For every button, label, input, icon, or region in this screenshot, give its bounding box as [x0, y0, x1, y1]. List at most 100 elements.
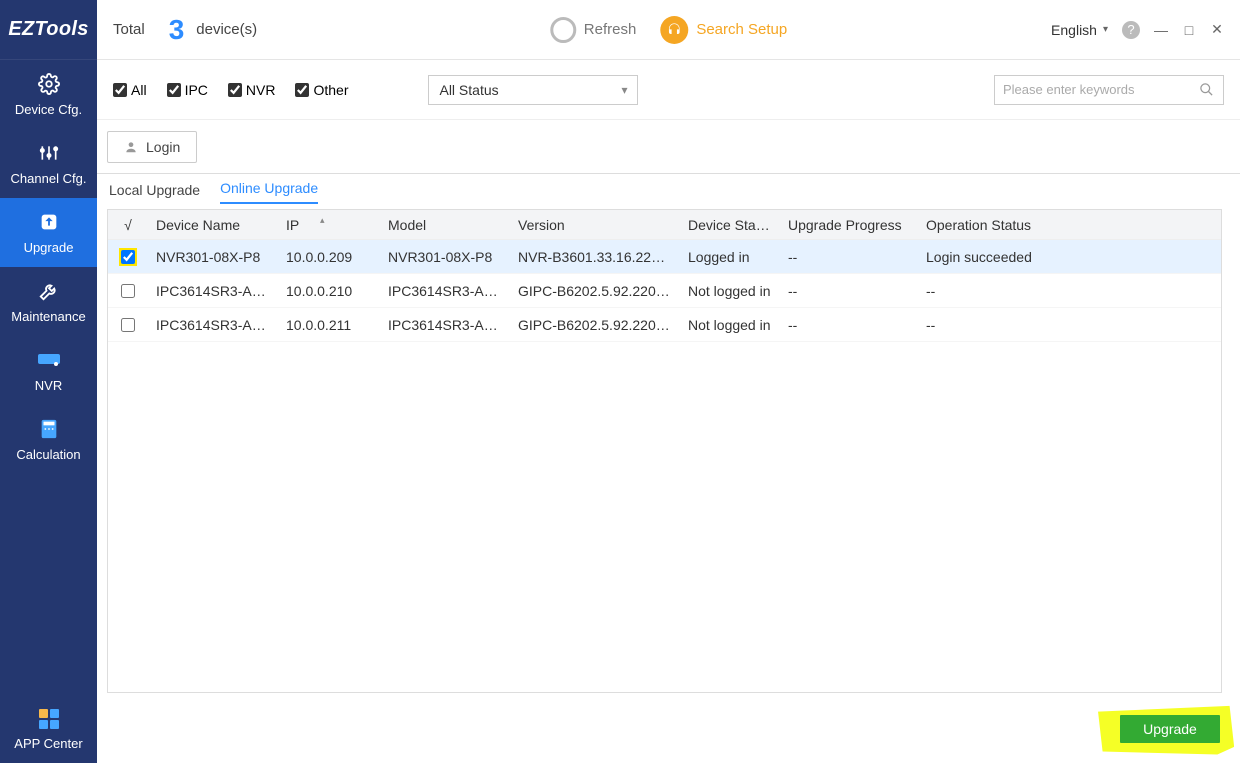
language-select[interactable]: English	[1051, 22, 1108, 38]
language-value: English	[1051, 22, 1097, 38]
col-model[interactable]: Model	[380, 217, 510, 233]
filter-ipc[interactable]: IPC	[167, 82, 208, 98]
filter-other[interactable]: Other	[295, 82, 348, 98]
sidebar: EZTools Device Cfg. Channel Cfg. Upgrade…	[0, 0, 97, 763]
table-row[interactable]: NVR301-08X-P8 10.0.0.209 NVR301-08X-P8 N…	[108, 240, 1221, 274]
cell-ip: 10.0.0.209	[278, 249, 380, 265]
search-icon[interactable]	[1199, 82, 1215, 98]
sidebar-item-label: Channel Cfg.	[11, 171, 87, 186]
minimize-button[interactable]: —	[1154, 23, 1168, 37]
sidebar-item-device-cfg[interactable]: Device Cfg.	[0, 60, 97, 129]
search-input[interactable]	[1003, 82, 1199, 97]
table-row[interactable]: IPC3614SR3-ADF… 10.0.0.210 IPC3614SR3-AD…	[108, 274, 1221, 308]
topbar-right: English ? — □ ✕	[1051, 21, 1224, 39]
col-device-name[interactable]: Device Name	[148, 217, 278, 233]
sidebar-nav: Device Cfg. Channel Cfg. Upgrade Mainten…	[0, 60, 97, 474]
filter-ipc-checkbox[interactable]	[167, 83, 181, 97]
table-row[interactable]: IPC3614SR3-ADF… 10.0.0.211 IPC3614SR3-AD…	[108, 308, 1221, 342]
cell-progress: --	[780, 249, 918, 265]
filter-nvr[interactable]: NVR	[228, 82, 276, 98]
filter-other-checkbox[interactable]	[295, 83, 309, 97]
col-operation-status[interactable]: Operation Status	[918, 217, 1221, 233]
device-table: √ Device Name IP ▴ Model Version Device …	[107, 209, 1222, 693]
cell-version: GIPC-B6202.5.92.220411	[510, 283, 680, 299]
col-ip[interactable]: IP ▴	[278, 217, 380, 233]
cell-device-name: NVR301-08X-P8	[148, 249, 278, 265]
tab-local-upgrade[interactable]: Local Upgrade	[109, 182, 200, 204]
refresh-icon	[550, 17, 576, 43]
close-button[interactable]: ✕	[1210, 23, 1224, 37]
row-checkbox-highlight	[119, 248, 137, 266]
grid-icon	[38, 708, 60, 730]
cell-status: Logged in	[680, 249, 780, 265]
filter-all-label: All	[131, 82, 147, 98]
filter-bar: All IPC NVR Other All Status	[97, 60, 1240, 120]
refresh-label: Refresh	[584, 21, 637, 38]
filter-all-checkbox[interactable]	[113, 83, 127, 97]
sidebar-item-label: Calculation	[16, 447, 80, 462]
cell-model: IPC3614SR3-ADF…	[380, 317, 510, 333]
cell-ip: 10.0.0.211	[278, 317, 380, 333]
sidebar-item-channel-cfg[interactable]: Channel Cfg.	[0, 129, 97, 198]
cell-device-name: IPC3614SR3-ADF…	[148, 317, 278, 333]
search-setup-button[interactable]: Search Setup	[660, 16, 787, 44]
login-row: Login	[97, 120, 1240, 174]
login-button[interactable]: Login	[107, 131, 197, 163]
status-select[interactable]: All Status	[428, 75, 638, 105]
gear-icon	[37, 72, 61, 96]
nvr-icon	[37, 348, 61, 372]
filter-ipc-label: IPC	[185, 82, 208, 98]
cell-version: NVR-B3601.33.16.2207…	[510, 249, 680, 265]
refresh-button[interactable]: Refresh	[550, 17, 637, 43]
device-count: 3	[169, 14, 185, 46]
app-logo: EZTools	[0, 0, 97, 60]
sidebar-item-calculation[interactable]: Calculation	[0, 405, 97, 474]
filter-other-label: Other	[313, 82, 348, 98]
headset-icon	[660, 16, 688, 44]
filter-nvr-checkbox[interactable]	[228, 83, 242, 97]
cell-device-name: IPC3614SR3-ADF…	[148, 283, 278, 299]
calculator-icon	[37, 417, 61, 441]
sort-caret-icon: ▴	[320, 217, 325, 226]
maximize-button[interactable]: □	[1182, 23, 1196, 37]
row-checkbox[interactable]	[121, 250, 135, 264]
tab-online-upgrade[interactable]: Online Upgrade	[220, 180, 318, 204]
total-label: Total	[113, 21, 145, 38]
row-checkbox[interactable]	[121, 318, 135, 332]
sidebar-app-center[interactable]: APP Center	[0, 708, 97, 751]
col-version[interactable]: Version	[510, 217, 680, 233]
sidebar-item-upgrade[interactable]: Upgrade	[0, 198, 97, 267]
col-upgrade-progress[interactable]: Upgrade Progress	[780, 217, 918, 233]
sidebar-item-label: Maintenance	[11, 309, 85, 324]
sidebar-item-label: NVR	[35, 378, 62, 393]
sidebar-item-nvr[interactable]: NVR	[0, 336, 97, 405]
cell-opstatus: --	[918, 283, 1221, 299]
row-checkbox[interactable]	[121, 284, 135, 298]
col-check[interactable]: √	[108, 217, 148, 233]
app-center-label: APP Center	[14, 736, 82, 751]
user-icon	[124, 140, 138, 154]
search-setup-label: Search Setup	[696, 21, 787, 38]
cell-opstatus: Login succeeded	[918, 249, 1221, 265]
cell-progress: --	[780, 317, 918, 333]
filter-all[interactable]: All	[113, 82, 147, 98]
sliders-icon	[37, 141, 61, 165]
cell-status: Not logged in	[680, 317, 780, 333]
devices-label: device(s)	[196, 21, 257, 38]
sidebar-item-maintenance[interactable]: Maintenance	[0, 267, 97, 336]
topbar: Total 3 device(s) Refresh Search Setup E…	[97, 0, 1240, 60]
sidebar-item-label: Device Cfg.	[15, 102, 82, 117]
sidebar-item-label: Upgrade	[24, 240, 74, 255]
wrench-icon	[37, 279, 61, 303]
status-select-value: All Status	[439, 82, 498, 98]
cell-ip: 10.0.0.210	[278, 283, 380, 299]
table-header: √ Device Name IP ▴ Model Version Device …	[108, 210, 1221, 240]
upgrade-button[interactable]: Upgrade	[1120, 715, 1220, 743]
filter-nvr-label: NVR	[246, 82, 276, 98]
upgrade-tabs: Local Upgrade Online Upgrade	[97, 174, 1240, 204]
col-device-status[interactable]: Device Status	[680, 217, 780, 233]
help-icon[interactable]: ?	[1122, 21, 1140, 39]
cell-model: IPC3614SR3-ADF…	[380, 283, 510, 299]
cell-progress: --	[780, 283, 918, 299]
upgrade-icon	[37, 210, 61, 234]
